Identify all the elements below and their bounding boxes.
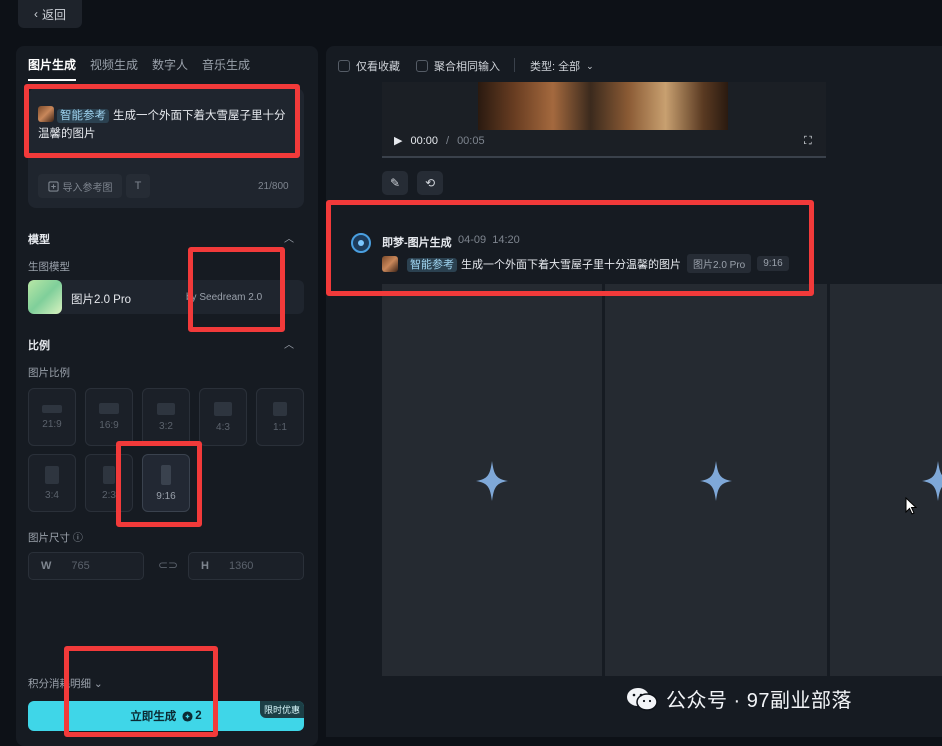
ratio-label: 3:4 (45, 489, 59, 501)
merge-filter[interactable]: 聚合相同输入 (416, 58, 500, 74)
highlight-box (188, 247, 285, 332)
ratio-option-21-9[interactable]: 21:9 (28, 388, 76, 446)
regenerate-button[interactable]: ⟲ (417, 171, 443, 195)
wechat-icon (627, 687, 658, 711)
height-value: 1360 (228, 560, 254, 572)
fullscreen-icon[interactable]: ⛶ (804, 135, 812, 148)
highlight-box (326, 200, 814, 296)
generation-tabs: 图片生成 视频生成 数字人 音乐生成 (28, 56, 250, 81)
loading-sparkle-icon (476, 461, 508, 501)
ratio-option-16-9[interactable]: 16:9 (85, 388, 133, 446)
ratio-shape-icon (157, 402, 175, 415)
ratio-label: 1:1 (273, 421, 287, 433)
type-label: 类型: 全部 (530, 61, 581, 73)
favorites-checkbox[interactable] (338, 60, 350, 72)
chevron-down-icon: ⌄ (586, 60, 594, 71)
divider (514, 58, 515, 72)
favorites-filter[interactable]: 仅看收藏 (338, 58, 400, 74)
chevron-up-icon[interactable]: ︿ (284, 336, 294, 351)
highlight-box (24, 84, 300, 158)
height-input[interactable]: H 1360 (188, 552, 304, 580)
link-icon[interactable]: ⊂⊃ (158, 558, 178, 572)
loading-sparkle-icon (700, 461, 732, 501)
loading-sparkle-icon (922, 461, 942, 501)
text-tool-button[interactable]: T (126, 174, 150, 198)
current-time: 00:00 (410, 134, 438, 147)
ratio-shape-icon (214, 401, 232, 416)
tab-video[interactable]: 视频生成 (90, 56, 138, 81)
ratio-option-1-1[interactable]: 1:1 (256, 388, 304, 446)
tab-image[interactable]: 图片生成 (28, 56, 77, 81)
width-key: W (41, 560, 52, 572)
ratio-shape-icon (99, 403, 119, 414)
ratio-label: 21:9 (42, 418, 62, 430)
model-sub-title: 生图模型 (28, 261, 70, 273)
model-name: 图片2.0 Pro (71, 294, 132, 306)
ratio-sub-title: 图片比例 (28, 367, 70, 379)
highlight-box (64, 646, 218, 737)
ratio-option-3-2[interactable]: 3:2 (142, 388, 190, 446)
favorites-label: 仅看收藏 (356, 61, 400, 73)
video-progress-bar[interactable] (382, 156, 826, 158)
text-tool-icon: T (134, 180, 142, 192)
size-label: 图片尺寸 ⓘ (28, 532, 83, 544)
ratio-shape-icon (45, 465, 59, 484)
back-button[interactable]: ‹ 返回 (18, 0, 82, 28)
ratio-option-3-4[interactable]: 3:4 (28, 454, 76, 512)
import-reference-label: 导入参考图 (62, 182, 113, 194)
merge-checkbox[interactable] (416, 60, 428, 72)
back-label: 返回 (41, 7, 66, 22)
ratio-shape-icon (103, 465, 115, 484)
ratio-shape-icon (273, 401, 287, 416)
ratio-label: 16:9 (99, 420, 119, 431)
ratio-option-4-3[interactable]: 4:3 (199, 388, 247, 446)
pencil-icon: ✎ (389, 176, 401, 190)
image-add-icon (47, 180, 59, 192)
merge-label: 聚合相同输入 (434, 61, 500, 73)
chevron-up-icon[interactable]: ︿ (284, 230, 294, 245)
ratio-section-title: 比例 (28, 340, 50, 352)
edit-button[interactable]: ✎ (382, 171, 408, 195)
time-separator: / (446, 134, 450, 147)
height-key: H (201, 560, 209, 572)
video-frame (478, 82, 728, 130)
ratio-label: 2:3 (102, 489, 116, 501)
model-section-title: 模型 (28, 234, 50, 246)
import-reference-button[interactable]: 导入参考图 (38, 174, 122, 198)
watermark-text: 公众号 · 97副业部落 (666, 690, 853, 712)
width-input[interactable]: W 765 (28, 552, 144, 580)
ratio-label: 3:2 (159, 420, 173, 432)
chevron-left-icon: ‹ (33, 7, 38, 21)
ratio-label: 4:3 (216, 421, 230, 433)
char-counter: 21/800 (258, 181, 289, 192)
info-icon: ⓘ (72, 533, 83, 544)
duration: 00:05 (457, 134, 485, 147)
watermark: 公众号 · 97副业部落 (626, 684, 852, 713)
tab-music[interactable]: 音乐生成 (202, 56, 250, 81)
ratio-shape-icon (42, 404, 62, 413)
promo-badge: 限时优惠 (260, 701, 305, 718)
width-value: 765 (71, 560, 90, 572)
repeat-icon: ⟲ (424, 176, 436, 190)
tab-digital-human[interactable]: 数字人 (152, 56, 188, 81)
type-dropdown[interactable]: 类型: 全部 ⌄ (530, 58, 594, 74)
model-thumbnail (28, 280, 62, 314)
video-controls: ▶ 00:00 / 00:05 (394, 134, 485, 148)
highlight-box (116, 441, 202, 527)
play-icon[interactable]: ▶ (394, 134, 402, 147)
mouse-cursor-icon (905, 497, 917, 515)
